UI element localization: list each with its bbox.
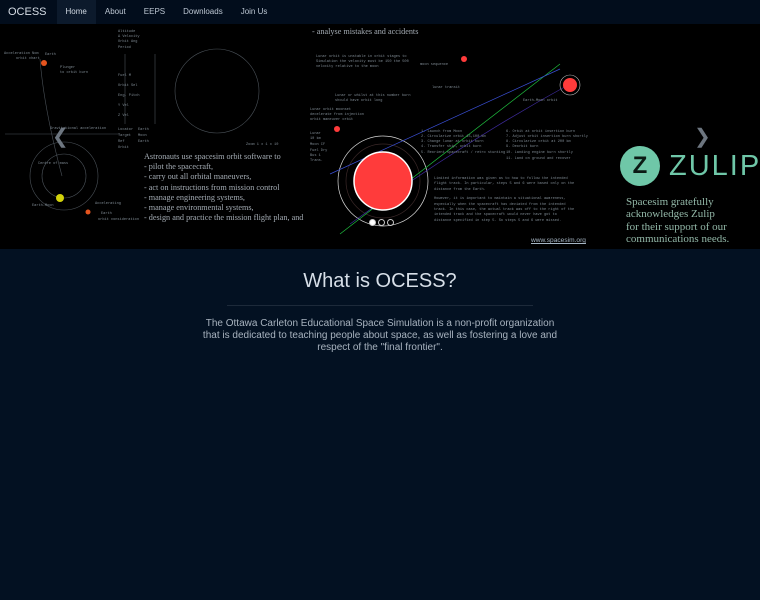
svg-text:Z Vel: Z Vel [118,113,129,118]
svg-text:Period: Period [118,45,131,50]
svg-text:Acceleration Nom: Acceleration Nom [4,51,39,56]
svg-text:7. Adjust orbit insertion burn: 7. Adjust orbit insertion burn shortly [506,134,589,139]
zulip-icon: Z [620,146,660,186]
svg-text:Simulation the velocity must b: Simulation the velocity must be 150 the … [316,59,409,64]
svg-text:Lunar or whilst at this number: Lunar or whilst at this number burn [335,93,410,98]
svg-text:flight track. In particular, s: flight track. In particular, steps 5 and… [434,181,574,186]
svg-text:Δ Velocity: Δ Velocity [118,34,140,39]
nav-home[interactable]: Home [56,0,96,24]
svg-text:Earth: Earth [138,127,149,132]
svg-text:Locator: Locator [118,127,133,132]
svg-text:Orbit Ang: Orbit Ang [118,39,137,44]
caption-item: - manage environmental systems, [144,203,254,213]
svg-text:Lunar orbit is unstable in orb: Lunar orbit is unstable in orbit stages … [316,54,407,59]
caption-item: - carry out all orbital maneuvers, [144,172,252,182]
svg-text:Ref: Ref [118,139,124,144]
svg-text:Moon: Moon [138,134,147,138]
carousel-indicator-3[interactable] [387,219,394,226]
svg-text:Accelerating: Accelerating [95,201,121,206]
carousel-indicators [369,219,394,226]
svg-text:Zoom 1 x 1 x 10: Zoom 1 x 1 x 10 [246,143,278,147]
svg-text:1. Launch from Moon: 1. Launch from Moon [421,129,462,134]
caption-intro: Astronauts use spacesim orbit software t… [144,152,281,161]
svg-text:velocity relative to the moon: velocity relative to the moon [316,64,379,69]
nav-join-us[interactable]: Join Us [232,0,277,24]
svg-text:distance specified in step 5.: distance specified in step 5. So steps 5… [434,218,561,223]
svg-text:lunar transit: lunar transit [432,85,460,90]
intro-paragraph: The Ottawa Carleton Educational Space Si… [202,318,558,353]
zulip-logo: Z ZULIP [620,146,760,186]
page-title: What is OCESS? [303,270,457,292]
ack-line: Spacesim gratefully [626,196,714,208]
svg-text:2. Circularize orbit 15,100 km: 2. Circularize orbit 15,100 km [421,134,486,139]
svg-text:However, it is important to ma: However, it is important to maintain a s… [434,196,566,201]
top-navbar: OCESS Home About EEPS Downloads Join Us [0,0,760,24]
nav-downloads[interactable]: Downloads [174,0,232,24]
slide-analyse-line: - analyse mistakes and accidents [312,27,419,36]
svg-text:11. Land on ground and recover: 11. Land on ground and recover [506,156,571,161]
svg-text:Orbit Sel: Orbit Sel [118,83,137,88]
svg-text:should have orbit long: should have orbit long [335,98,382,103]
svg-text:orbit chart: orbit chart [16,56,40,61]
ack-line: acknowledges Zulip [626,208,715,221]
svg-text:Limited information was given: Limited information was given as to how … [434,176,568,181]
svg-text:3. Change lunar at orbit burn: 3. Change lunar at orbit burn [421,139,484,144]
spacesim-link[interactable]: www.spacesim.org [531,237,586,244]
caption-item: - manage engineering systems, [144,192,245,202]
svg-text:distance from the Earth.: distance from the Earth. [434,187,486,192]
ack-line: for their support of our [626,220,727,233]
svg-text:Eng. Pitch: Eng. Pitch [118,93,140,98]
svg-text:to orbit burn: to orbit burn [60,70,88,75]
nav-about[interactable]: About [96,0,135,24]
image-carousel: Acceleration Nom orbit chart Earth Plung… [0,24,760,249]
carousel-indicator-1[interactable] [369,219,376,226]
svg-text:Orbit: Orbit [118,145,129,150]
svg-text:Target: Target [118,133,131,138]
zulip-wordmark: ZULIP [669,149,760,182]
svg-text:8. Circularize orbit at 200 km: 8. Circularize orbit at 200 km [506,139,571,144]
svg-text:Fuel M: Fuel M [118,73,131,78]
svg-text:orbit consideration: orbit consideration [98,217,139,222]
svg-text:Earth: Earth [45,52,56,57]
ack-line: communications needs. [626,233,730,246]
svg-text:orbit maneuver orbit: orbit maneuver orbit [310,117,353,122]
svg-text:10. Landing engine burn shortl: 10. Landing engine burn shortly [506,150,574,155]
svg-text:intended track and the spacecr: intended track and the spacecraft would … [434,212,557,217]
svg-text:9. Deorbit burn: 9. Deorbit burn [506,144,538,149]
svg-text:track. In this case, the actua: track. In this case, the actual track wa… [434,207,574,212]
caption-item: - design and practice the mission flight… [144,213,304,223]
svg-text:Earth: Earth [101,211,112,216]
svg-text:especially when the spacecraft: especially when the spacecraft has devia… [434,202,566,207]
caption-item: - pilot the spacecraft, [144,162,214,172]
svg-text:Moon CF: Moon CF [310,143,325,147]
title-divider [227,305,533,306]
zulip-acknowledgement: Spacesim gratefully acknowledges Zulip f… [626,196,729,246]
svg-text:decelerate from injection: decelerate from injection [310,112,364,117]
caption-item: - act on instructions from mission contr… [144,182,280,192]
svg-text:Earth: Earth [138,139,149,144]
svg-text:Earth-Moon: Earth-Moon [32,203,54,208]
svg-text:Plunger: Plunger [60,65,75,70]
slide-caption: Astronauts use spacesim orbit software t… [144,152,319,223]
svg-text:Earth-Moon orbit: Earth-Moon orbit [523,98,558,103]
svg-text:Y Vel: Y Vel [118,103,129,108]
svg-text:5. Reorient spacecraft / retro: 5. Reorient spacecraft / retro stunting [421,150,505,155]
svg-text:Centre of mass: Centre of mass [38,161,68,166]
nav-eeps[interactable]: EEPS [135,0,174,24]
svg-text:Lunar: Lunar [310,131,321,136]
svg-text:10 km: 10 km [310,136,321,141]
svg-text:4. Transfer ship, orbit burn: 4. Transfer ship, orbit burn [421,144,481,149]
svg-text:Altitude: Altitude [118,29,135,34]
carousel-indicator-2[interactable] [378,219,385,226]
carousel-next-chevron-right-icon[interactable]: ❯ [694,124,711,149]
brand-link[interactable]: OCESS [0,0,57,24]
svg-text:6. Orbit at orbit insertion bu: 6. Orbit at orbit insertion burn [506,129,575,134]
svg-text:Lunar orbit moonset: Lunar orbit moonset [310,107,351,112]
carousel-prev-chevron-left-icon[interactable]: ❮ [52,124,69,149]
svg-text:moon sequence: moon sequence [420,63,448,67]
